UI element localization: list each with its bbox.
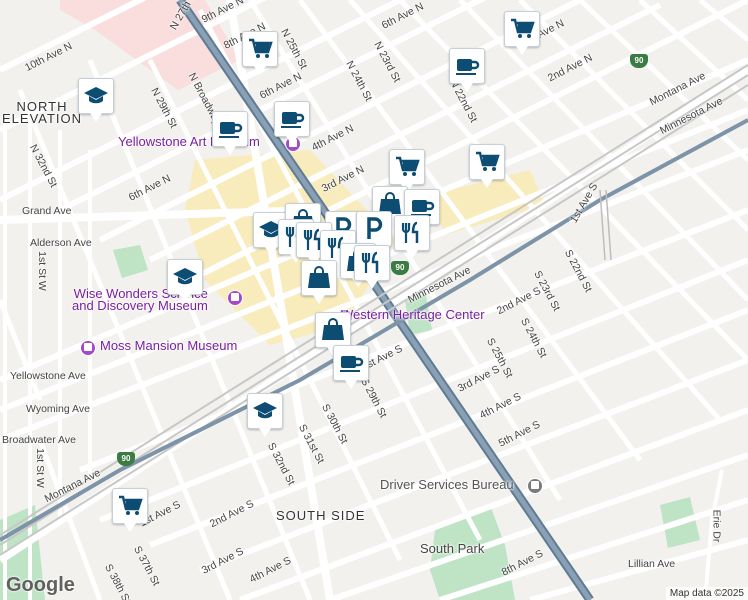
marker-shopping-bag-5[interactable] <box>315 312 351 356</box>
marker-coffee-3[interactable] <box>212 111 248 155</box>
marker-coffee-1[interactable] <box>449 48 485 92</box>
coffee-cup-icon <box>456 59 480 75</box>
street-label: 1st St W <box>33 448 46 488</box>
fork-knife-icon <box>361 251 379 273</box>
park-label-south-park[interactable]: South Park <box>420 542 484 555</box>
marker-shopping-cart-3[interactable] <box>469 144 505 188</box>
museum-icon[interactable] <box>80 340 96 356</box>
graduation-cap-icon <box>84 87 108 104</box>
poi-label-moss-mansion[interactable]: Moss Mansion Museum <box>100 339 237 352</box>
shopping-cart-icon <box>476 151 500 171</box>
interstate-90-shield: 90 <box>117 452 135 466</box>
interstate-90-shield: 90 <box>391 261 409 275</box>
graduation-cap-icon <box>173 268 197 285</box>
street-label: 1st St W <box>35 251 48 291</box>
map-canvas[interactable]: NORTH ELEVATION SOUTH SIDE Yellowstone A… <box>0 0 748 600</box>
coffee-cup-icon <box>340 356 364 372</box>
government-building-icon[interactable] <box>527 478 543 494</box>
marker-shopping-cart-1[interactable] <box>504 11 540 55</box>
shopping-bag-icon <box>308 266 330 288</box>
poi-label-driver-services[interactable]: Driver Services Bureau <box>380 478 514 491</box>
street-label: Yellowstone Ave <box>10 370 86 382</box>
marker-coffee-5[interactable] <box>333 345 369 389</box>
street-label: Broadwater Ave <box>2 434 76 446</box>
fork-knife-icon <box>401 221 419 243</box>
google-logo[interactable]: Google <box>6 574 75 597</box>
street-label: Lillian Ave <box>628 558 676 570</box>
museum-icon[interactable] <box>227 290 243 306</box>
graduation-cap-icon <box>253 402 277 419</box>
marker-graduation-cap-4[interactable] <box>247 393 283 437</box>
shopping-cart-icon <box>119 495 143 515</box>
parking-icon <box>367 217 383 239</box>
street-label: Wyoming Ave <box>26 403 90 415</box>
shopping-cart-icon <box>511 18 535 38</box>
shopping-bag-icon <box>322 318 344 340</box>
area-label-north-elevation: NORTH ELEVATION <box>2 99 83 126</box>
interstate-90-shield: 90 <box>630 54 648 68</box>
shopping-cart-icon <box>396 156 420 176</box>
poi-label-western-heritage[interactable]: Western Heritage Center <box>341 308 485 321</box>
marker-shopping-cart-4[interactable] <box>389 149 425 193</box>
map-attribution[interactable]: Map data ©2025 <box>665 587 748 600</box>
marker-shopping-cart-2[interactable] <box>242 31 278 75</box>
street-label: Alderson Ave <box>30 237 92 249</box>
marker-shopping-cart-5[interactable] <box>112 488 148 532</box>
marker-coffee-2[interactable] <box>274 101 310 145</box>
marker-graduation-cap-1[interactable] <box>78 78 114 122</box>
marker-fork-knife-5[interactable] <box>354 245 390 289</box>
area-label-south-side: SOUTH SIDE <box>276 508 366 523</box>
shopping-cart-icon <box>249 38 273 58</box>
coffee-cup-icon <box>219 122 243 138</box>
marker-parking-2[interactable] <box>356 211 392 255</box>
coffee-cup-icon <box>281 112 305 128</box>
street-label: Grand Ave <box>22 205 72 217</box>
marker-shopping-bag-4[interactable] <box>301 260 337 304</box>
marker-graduation-cap-3[interactable] <box>167 259 203 303</box>
street-label: Erie Dr <box>710 509 723 543</box>
marker-fork-knife-3[interactable] <box>394 215 430 259</box>
